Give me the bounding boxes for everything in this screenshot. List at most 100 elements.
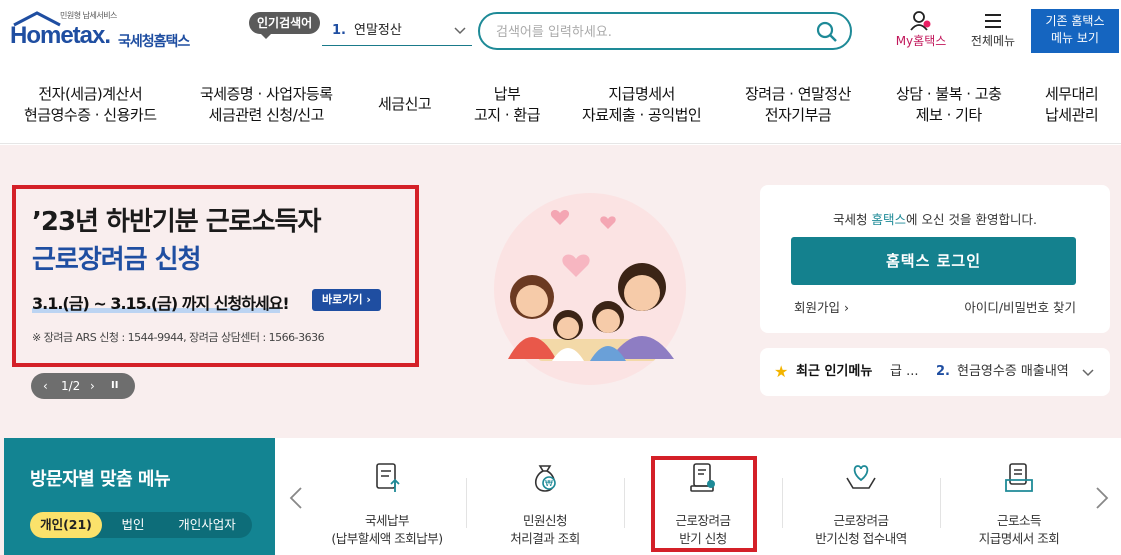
visitor-tabs: 개인(21) 법인 개인사업자	[30, 512, 252, 538]
user-icon	[910, 11, 931, 31]
promo-title-line2: 근로장려금 신청	[32, 245, 201, 275]
gnb-line2: 현금영수증 · 신용카드	[24, 106, 157, 124]
menu-label-2: (납부할세액 조회납부)	[331, 531, 443, 546]
gnb-item-payment[interactable]: 납부고지 · 환급	[474, 84, 541, 126]
hero-section: ’23년 하반기분 근로소득자 근로장려금 신청 3.1.(금) ~ 3.15.…	[0, 145, 1121, 437]
search-box	[478, 12, 852, 50]
old-btn-line2: 메뉴 보기	[1051, 31, 1099, 45]
old-btn-line1: 기존 홈택스	[1045, 14, 1105, 28]
hamburger-icon	[985, 14, 1001, 28]
site-header: 민원형 납세서비스 Hometax. 국세청홈택스 인기검색어 1. 연말정산 M…	[0, 0, 1121, 66]
find-id-password-link[interactable]: 아이디/비밀번호 찾기	[964, 297, 1076, 316]
recent-item-1[interactable]: 급 ...	[890, 348, 919, 396]
gnb-item-consulting[interactable]: 상담 · 불복 · 고충 제보 · 기타	[896, 84, 1002, 126]
pause-icon[interactable]: II	[111, 373, 118, 399]
promo-banner[interactable]: ’23년 하반기분 근로소득자 근로장려금 신청 3.1.(금) ~ 3.15.…	[12, 185, 419, 367]
promo-title-line1: ’23년 하반기분 근로소득자	[32, 207, 321, 237]
all-menu-button[interactable]: 전체메뉴	[964, 10, 1022, 49]
heart-hands-icon	[846, 465, 876, 489]
main-navigation: 전자(세금)계산서현금영수증 · 신용카드 국세증명 · 사업자등록세금관련 신…	[0, 66, 1121, 144]
chevron-right-icon: ›	[366, 293, 371, 306]
login-card: 국세청 홈택스에 오신 것을 환영합니다. 홈택스 로그인 회원가입 › 아이디…	[760, 185, 1110, 333]
gnb-line1: 지급명세서	[608, 85, 675, 103]
my-hometax-label: My홈택스	[895, 34, 947, 48]
pager-count: 1/2	[61, 379, 81, 393]
welcome-text: 국세청 홈택스에 오신 것을 환영합니다.	[760, 209, 1110, 228]
search-input[interactable]	[496, 22, 806, 42]
gnb-line2: 납세관리	[1045, 106, 1099, 124]
promo-contact: ※ 장려금 ARS 신청 : 1544-9944, 장려금 상담센터 : 156…	[32, 331, 325, 344]
visitor-menu-title: 방문자별 맞춤 메뉴	[30, 469, 171, 490]
star-icon: ★	[774, 362, 789, 381]
old-hometax-menu-button[interactable]: 기존 홈택스 메뉴 보기	[1031, 9, 1119, 53]
carousel-next-icon[interactable]	[1095, 486, 1109, 510]
promo-go-button[interactable]: 바로가기 ›	[312, 289, 381, 311]
welcome-post: 에 오신 것을 환영합니다.	[906, 212, 1037, 227]
logo-text: Hometax.	[10, 22, 111, 49]
tax-payment-icon	[376, 463, 400, 492]
prev-arrow-icon[interactable]: ‹	[43, 373, 48, 399]
logo-korean: 국세청홈택스	[118, 34, 190, 50]
gnb-line2: 세금관련 신청/신고	[208, 106, 325, 124]
menu-label-2: 처리결과 조회	[510, 531, 580, 546]
menu-label-1: 국세납부	[364, 513, 410, 528]
gnb-item-tax-return[interactable]: 세금신고	[378, 94, 432, 115]
gnb-item-incentives[interactable]: 장려금 · 연말정산전자기부금	[745, 84, 851, 126]
my-hometax-button[interactable]: My홈택스	[890, 10, 952, 49]
gnb-line1: 국세증명 · 사업자등록	[200, 85, 333, 103]
next-arrow-icon[interactable]: ›	[90, 373, 95, 399]
svg-text:₩: ₩	[545, 479, 553, 488]
gnb-line1: 세무대리	[1045, 85, 1099, 103]
gnb-line2: 고지 · 환급	[474, 106, 541, 124]
gnb-line1: 전자(세금)계산서	[38, 85, 143, 103]
gnb-item-tax-agent[interactable]: 세무대리납세관리	[1045, 84, 1099, 126]
promo-period: 3.1.(금) ~ 3.15.(금) 까지 신청하세요!	[32, 294, 290, 313]
chevron-down-icon[interactable]	[1080, 364, 1096, 380]
gnb-line1: 세금신고	[378, 95, 432, 113]
visitor-menu-section: 방문자별 맞춤 메뉴 개인(21) 법인 개인사업자 국세납부 (납부할세액 조…	[0, 437, 1121, 555]
highlight-box	[651, 456, 757, 552]
gnb-line2: 전자기부금	[764, 106, 832, 124]
menu-label-2: 반기신청 접수내역	[815, 531, 907, 546]
gnb-item-payment-statement[interactable]: 지급명세서자료제출 · 공익법인	[582, 84, 702, 126]
gnb-item-certificates[interactable]: 국세증명 · 사업자등록세금관련 신청/신고	[200, 84, 333, 126]
search-icon[interactable]	[816, 21, 838, 43]
join-label: 회원가입	[794, 300, 841, 315]
recent-label: 최근 인기메뉴	[796, 364, 873, 379]
menu-label-1: 근로장려금	[833, 513, 889, 528]
popular-search-term: 연말정산	[353, 23, 402, 38]
all-menu-label: 전체메뉴	[970, 34, 1016, 48]
recent-item-2-rank: 2.	[936, 364, 950, 379]
popular-search-badge: 인기검색어	[249, 12, 321, 39]
banner-pager: ‹ 1/2 › II	[31, 373, 135, 399]
recent-popular-menu[interactable]: ★ 최근 인기메뉴 급 ... 2. 현금영수증 매출내역	[760, 348, 1110, 396]
family-illustration	[494, 193, 686, 385]
chevron-right-icon: ›	[844, 300, 849, 315]
tab-individual[interactable]: 개인(21)	[30, 512, 102, 538]
menu-civil-request[interactable]: ₩ 민원신청 처리결과 조회	[466, 438, 624, 555]
document-folder-icon	[1005, 463, 1033, 492]
menu-incentive-receipt-history[interactable]: 근로장려금 반기신청 접수내역	[782, 438, 940, 555]
money-bag-icon: ₩	[534, 465, 556, 492]
welcome-highlight: 홈택스	[871, 212, 907, 227]
gnb-line1: 납부	[493, 85, 521, 103]
menu-tax-payment[interactable]: 국세납부 (납부할세액 조회납부)	[308, 438, 466, 555]
menu-label-1: 근로소득	[996, 513, 1042, 528]
tab-sole-proprietor[interactable]: 개인사업자	[164, 512, 250, 538]
hometax-logo[interactable]: 민원형 납세서비스 Hometax. 국세청홈택스	[8, 8, 193, 52]
go-button-label: 바로가기	[322, 293, 363, 306]
tab-corporation[interactable]: 법인	[108, 512, 158, 538]
menu-label-2: 지급명세서 조회	[978, 531, 1060, 546]
menu-label-1: 민원신청	[522, 513, 568, 528]
popular-search-select[interactable]: 1. 연말정산	[322, 18, 472, 46]
gnb-line1: 장려금 · 연말정산	[745, 85, 851, 103]
visitor-menu-panel: 방문자별 맞춤 메뉴 개인(21) 법인 개인사업자	[4, 438, 275, 555]
carousel-prev-icon[interactable]	[289, 486, 303, 510]
recent-item-2[interactable]: 현금영수증 매출내역	[957, 348, 1077, 396]
login-button[interactable]: 홈택스 로그인	[791, 237, 1076, 285]
gnb-item-e-invoice[interactable]: 전자(세금)계산서현금영수증 · 신용카드	[24, 84, 157, 126]
join-link[interactable]: 회원가입 ›	[794, 297, 849, 316]
menu-earned-income-statement[interactable]: 근로소득 지급명세서 조회	[940, 438, 1098, 555]
popular-search-rank: 1.	[332, 23, 346, 38]
gnb-line2: 자료제출 · 공익법인	[582, 106, 702, 124]
